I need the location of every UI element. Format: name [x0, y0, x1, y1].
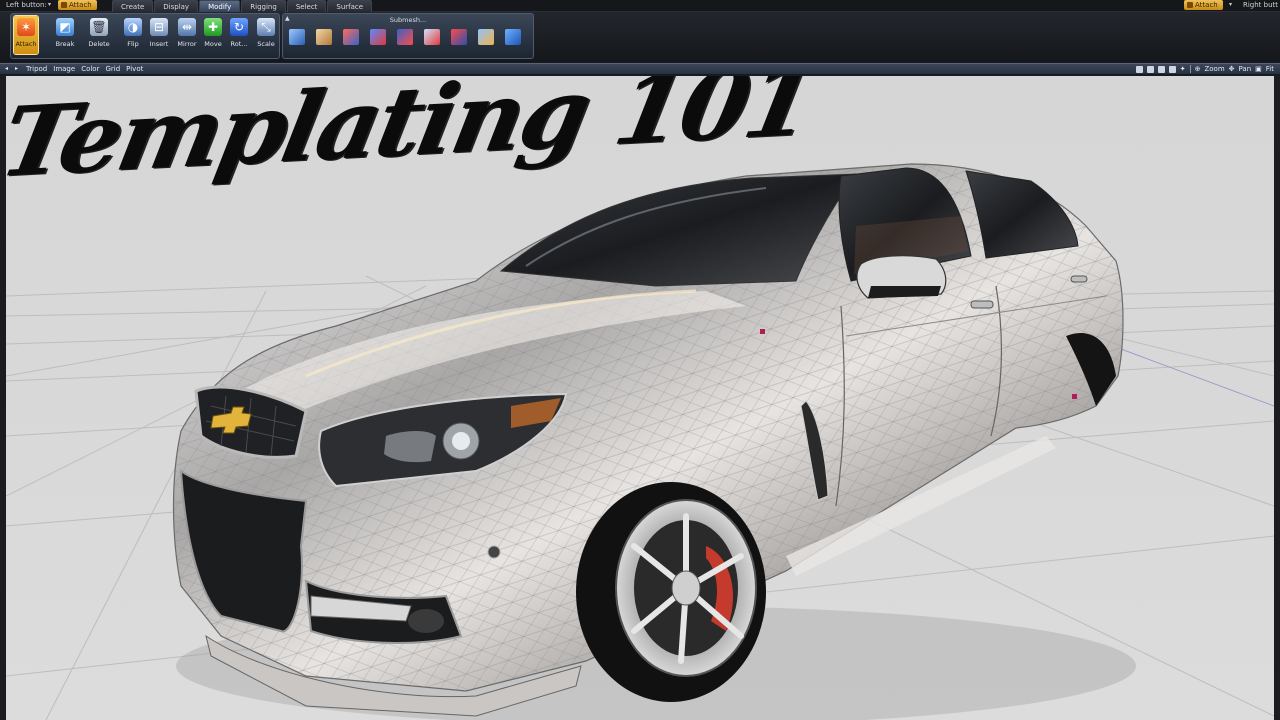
tab-rigging[interactable]: Rigging — [241, 0, 286, 12]
mirror-label: Mirror — [177, 40, 197, 48]
flip-label: Flip — [127, 40, 139, 48]
scale-label: Scale — [257, 40, 275, 48]
zoom-icon: ⊕ — [1194, 65, 1201, 73]
scale-button[interactable]: ⤡ Scale — [254, 16, 278, 54]
submesh-bevel-icon — [343, 29, 359, 45]
delete-button[interactable]: 🗑 Delete — [87, 16, 111, 54]
rotate-button[interactable]: ↻ Rot... — [227, 16, 251, 54]
3d-viewport[interactable]: Templating 101 — [6, 76, 1274, 720]
submesh-tool-5[interactable] — [394, 26, 416, 48]
pan-icon: ✥ — [1228, 65, 1235, 73]
top-strip: Left button: ▾ Attach Create Display Mod… — [0, 0, 1280, 12]
delete-icon: 🗑 — [90, 18, 108, 36]
break-icon: ◩ — [56, 18, 74, 36]
left-button-dropdown-icon[interactable]: ▾ — [48, 1, 51, 8]
modify-tools-group: ✶ Attach ◩ Break 🗑 Delete ◑ Flip ⊟ Inser… — [10, 13, 280, 59]
move-icon: ✚ — [204, 18, 222, 36]
submesh-title: Submesh... — [389, 16, 427, 24]
right-button-dropdown-icon[interactable]: ▾ — [1229, 1, 1232, 8]
left-button-mode[interactable]: Attach — [58, 0, 97, 10]
grid-toggle-icon[interactable] — [1168, 65, 1176, 73]
tab-create[interactable]: Create — [112, 0, 154, 12]
break-button[interactable]: ◩ Break — [53, 16, 77, 54]
submesh-tool-2[interactable] — [313, 26, 335, 48]
submesh-tool-6[interactable] — [421, 26, 443, 48]
move-button[interactable]: ✚ Move — [201, 16, 225, 54]
ribbon-tabs: Create Display Modify Rigging Select Sur… — [112, 0, 373, 12]
menu-color[interactable]: Color — [81, 65, 99, 73]
tab-select[interactable]: Select — [286, 0, 327, 12]
fit-button[interactable]: Fit — [1266, 65, 1274, 73]
insert-icon: ⊟ — [150, 18, 168, 36]
submesh-fill-icon — [451, 29, 467, 45]
collapse-icon[interactable]: ◂ — [5, 65, 8, 72]
tab-display[interactable]: Display — [154, 0, 199, 12]
submesh-weld-icon — [397, 29, 413, 45]
submesh-tool-7[interactable] — [448, 26, 470, 48]
viewport-toolbar: ◂ ▸ Tripod Image Color Grid Pivot ✦ ⊕ Zo… — [0, 63, 1280, 75]
rotate-label: Rot... — [230, 40, 248, 48]
divider — [1189, 65, 1191, 73]
attach-icon: ✶ — [17, 18, 35, 36]
viewport-menu: Tripod Image Color Grid Pivot — [26, 65, 143, 73]
shading-icon[interactable] — [1146, 65, 1154, 73]
left-button-mode-label: Attach — [69, 1, 92, 9]
flip-button[interactable]: ◑ Flip — [121, 16, 145, 54]
submesh-cut-icon — [424, 29, 440, 45]
light-icon[interactable]: ✦ — [1180, 65, 1186, 73]
submesh-tool-3[interactable] — [340, 26, 362, 48]
zoom-button[interactable]: Zoom — [1204, 65, 1224, 73]
wireframe-icon[interactable] — [1157, 65, 1165, 73]
scale-icon: ⤡ — [257, 18, 275, 36]
tab-modify[interactable]: Modify — [199, 0, 241, 12]
delete-label: Delete — [88, 40, 110, 48]
attach-button[interactable]: ✶ Attach — [13, 15, 39, 55]
left-button-label: Left button: — [6, 1, 47, 9]
right-button-mode-label: Attach — [1195, 1, 1218, 9]
ribbon: ✶ Attach ◩ Break 🗑 Delete ◑ Flip ⊟ Inser… — [0, 12, 1280, 62]
mirror-icon: ⇹ — [178, 18, 196, 36]
fit-icon: ▣ — [1255, 65, 1262, 73]
menu-tripod[interactable]: Tripod — [26, 65, 47, 73]
right-button-label: Right butt — [1242, 1, 1278, 9]
insert-button[interactable]: ⊟ Insert — [147, 16, 171, 54]
submesh-box-icon — [478, 29, 494, 45]
submesh-paint-icon — [316, 29, 332, 45]
tab-surface[interactable]: Surface — [327, 0, 373, 12]
attach-mode-icon — [1187, 2, 1193, 8]
menu-grid[interactable]: Grid — [105, 65, 120, 73]
submesh-tool-9[interactable] — [502, 26, 524, 48]
attach-mode-icon — [61, 2, 67, 8]
submesh-extrude-icon — [289, 29, 305, 45]
submesh-tool-1[interactable] — [286, 26, 308, 48]
view-mode-icon[interactable] — [1135, 65, 1143, 73]
attach-label: Attach — [15, 40, 37, 48]
submesh-split-icon — [370, 29, 386, 45]
menu-image[interactable]: Image — [53, 65, 75, 73]
submesh-grid-icon — [505, 29, 521, 45]
submesh-group: ▲ Submesh... — [282, 13, 534, 59]
menu-pivot[interactable]: Pivot — [126, 65, 143, 73]
flip-icon: ◑ — [124, 18, 142, 36]
right-button-mode[interactable]: Attach — [1184, 0, 1223, 10]
submesh-tool-8[interactable] — [475, 26, 497, 48]
toolbar-arrow-icon[interactable]: ▸ — [15, 65, 18, 72]
insert-label: Insert — [149, 40, 169, 48]
mirror-button[interactable]: ⇹ Mirror — [175, 16, 199, 54]
break-label: Break — [55, 40, 75, 48]
viewport-nav-controls: ✦ ⊕ Zoom ✥ Pan ▣ Fit — [1135, 65, 1274, 73]
rotate-icon: ↻ — [230, 18, 248, 36]
move-label: Move — [204, 40, 222, 48]
submesh-tool-4[interactable] — [367, 26, 389, 48]
pan-button[interactable]: Pan — [1239, 65, 1252, 73]
